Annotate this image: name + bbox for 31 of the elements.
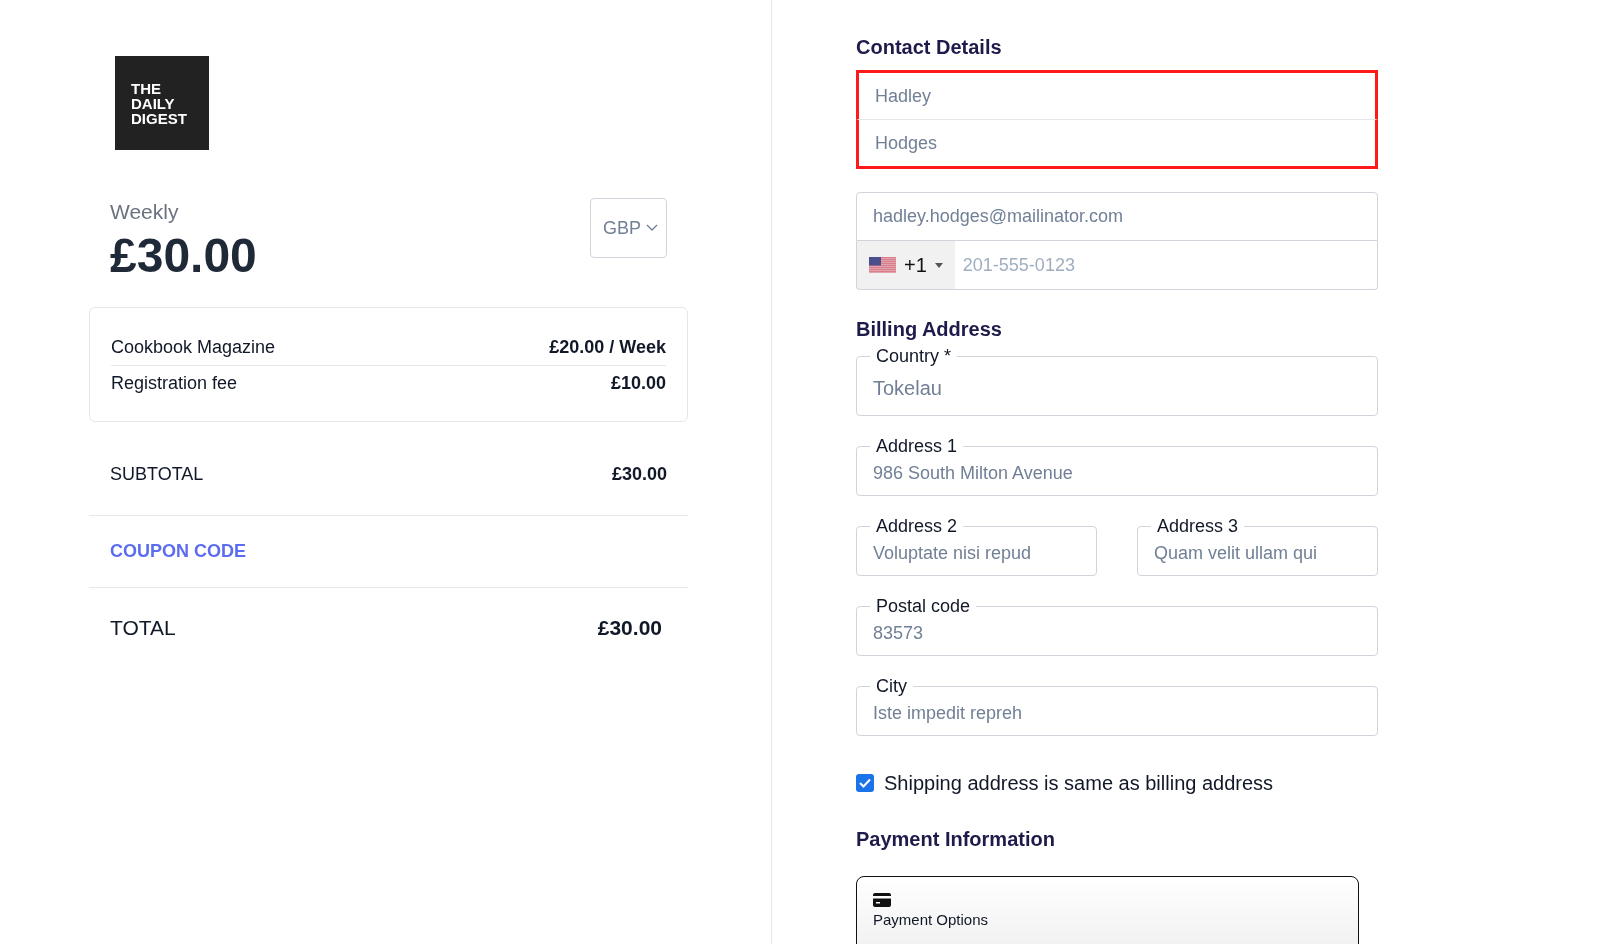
payment-options-card[interactable]: Payment Options [856,876,1359,944]
total-label: TOTAL [110,614,176,641]
section-heading: Payment Information [856,827,1056,852]
section-heading: Billing Address [856,317,1003,342]
checkbox-label: Shipping address is same as billing address [884,771,1274,796]
country-code-select[interactable]: +1 [856,241,955,290]
plan-price: £30.00 [110,227,257,284]
flag-icon [869,257,896,273]
total-amount: £30.00 [597,614,662,641]
chevron-down-icon [646,224,658,232]
subtotal-amount: £30.00 [611,462,667,486]
coupon-code-link[interactable]: COUPON CODE [110,537,246,565]
item-name: Cookbook Magazine [111,335,276,359]
caret-icon [934,262,943,268]
item-amount: £10.00 [610,371,666,395]
section-heading: Contact Details [856,35,1003,60]
credit-card-icon [873,893,891,907]
last-name-field[interactable]: Hodges [856,120,1378,169]
field-label: City [870,676,913,696]
phone-field[interactable]: 201-555-0123 [954,241,1378,290]
checkbox[interactable] [856,774,874,792]
email-field[interactable]: hadley.hodges@mailinator.com [856,192,1378,241]
plan-period: Weekly [110,199,180,225]
payment-options-label: Payment Options [873,910,990,930]
logo: THE DAILY DIGEST [115,56,209,150]
item-name: Registration fee [111,371,238,395]
subtotal-label: SUBTOTAL [110,462,204,486]
field-label: Country * [870,346,958,366]
first-name-field[interactable]: Hadley [856,70,1378,120]
currency-select[interactable]: GBP [590,198,667,258]
item-amount: £20.00 / Week [549,335,666,359]
